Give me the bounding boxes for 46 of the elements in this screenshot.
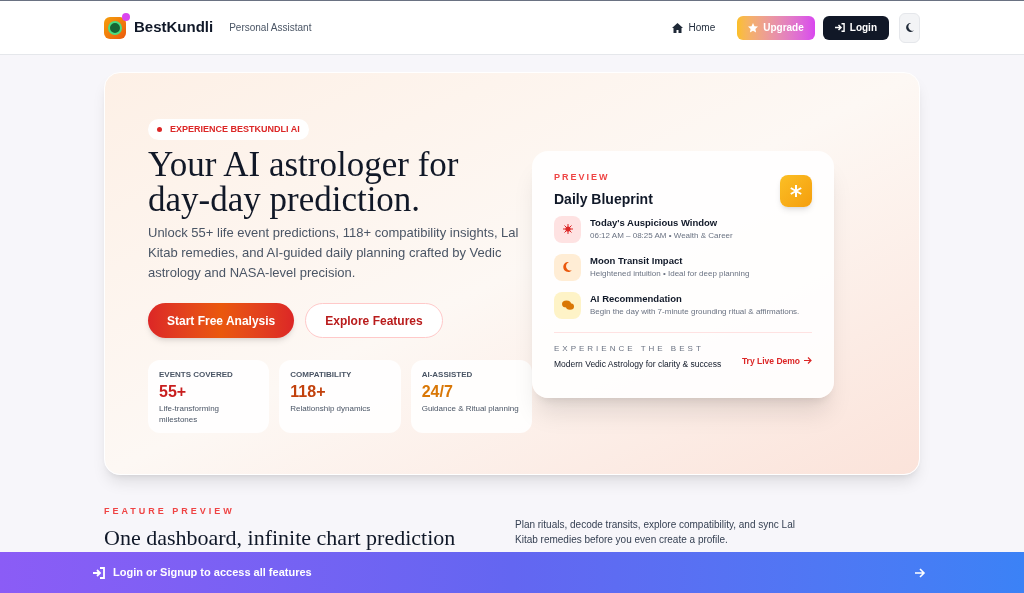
item-title: Moon Transit Impact: [590, 253, 684, 268]
explore-features-button[interactable]: Explore Features: [305, 303, 443, 338]
footer-eyebrow: EXPERIENCE THE BEST: [554, 342, 705, 355]
tagline: Personal Assistant: [229, 21, 312, 35]
banner-text: Login or Signup to access all features: [113, 565, 312, 581]
item-detail: Heightened intuition • Ideal for deep planning: [590, 268, 750, 281]
moon-icon: [905, 23, 914, 32]
stat-caption: Life-transforming milestones: [159, 403, 221, 425]
brand-name: BestKundli: [134, 17, 214, 38]
stat-label: EVENTS COVERED: [159, 369, 234, 381]
item-detail: 06:12 AM – 08:25 AM • Wealth & Career: [590, 230, 733, 243]
footer-text: Modern Vedic Astrology for clarity & success: [554, 357, 722, 371]
star-icon: [748, 22, 759, 33]
theme-toggle-button[interactable]: [899, 12, 920, 43]
section-description: Plan rituals, decode transits, explore compatibility, and sync Lal Kitab remedies before you even create a profile.: [515, 518, 796, 547]
section-eyebrow: FEATURE PREVIEW: [104, 505, 236, 518]
login-banner[interactable]: Login or Signup to access all features: [0, 552, 1024, 593]
chat-icon: [554, 291, 581, 319]
home-link[interactable]: Home: [671, 20, 716, 35]
upgrade-button[interactable]: Upgrade: [737, 15, 815, 40]
start-analysis-button[interactable]: Start Free Analysis: [148, 303, 295, 338]
sparkle-icon: [780, 175, 812, 207]
moon-icon: [554, 253, 581, 281]
badge-text: EXPERIENCE BESTKUNDLI AI: [170, 122, 300, 136]
stat-value: 24/7: [421, 382, 454, 402]
login-button[interactable]: Login: [822, 15, 889, 40]
card-eyebrow: PREVIEW: [554, 171, 611, 184]
login-icon: [834, 23, 845, 32]
try-demo-link[interactable]: Try Live Demo: [741, 354, 812, 368]
card-title: Daily Blueprint: [554, 189, 653, 209]
arrow-right-icon: [804, 357, 812, 365]
stat-label: AI-ASSISTED: [421, 369, 474, 381]
stat-caption: Relationship dynamics: [290, 403, 372, 414]
stat-caption: Guidance & Ritual planning: [421, 403, 520, 414]
stat-value: 55+: [159, 382, 188, 402]
home-icon: [671, 22, 683, 33]
item-title: Today's Auspicious Window: [590, 215, 719, 230]
stat-value: 118+: [290, 382, 327, 402]
section-title: One dashboard, infinite chart prediction: [104, 523, 456, 552]
arrow-right-icon: [915, 567, 926, 578]
login-icon: [92, 566, 105, 579]
sun-icon: [554, 215, 581, 243]
item-detail: Begin the day with 7-minute grounding ritual & affirmations.: [590, 306, 800, 319]
hero-description: Unlock 55+ life event predictions, 118+ compatibility insights, Lal Kitab remedies, and AI-guided daily planning crafted by Vedic astrology and NASA-level precision.: [148, 224, 520, 282]
item-title: AI Recommendation: [590, 291, 683, 306]
stat-label: COMPATIBILITY: [290, 369, 353, 381]
